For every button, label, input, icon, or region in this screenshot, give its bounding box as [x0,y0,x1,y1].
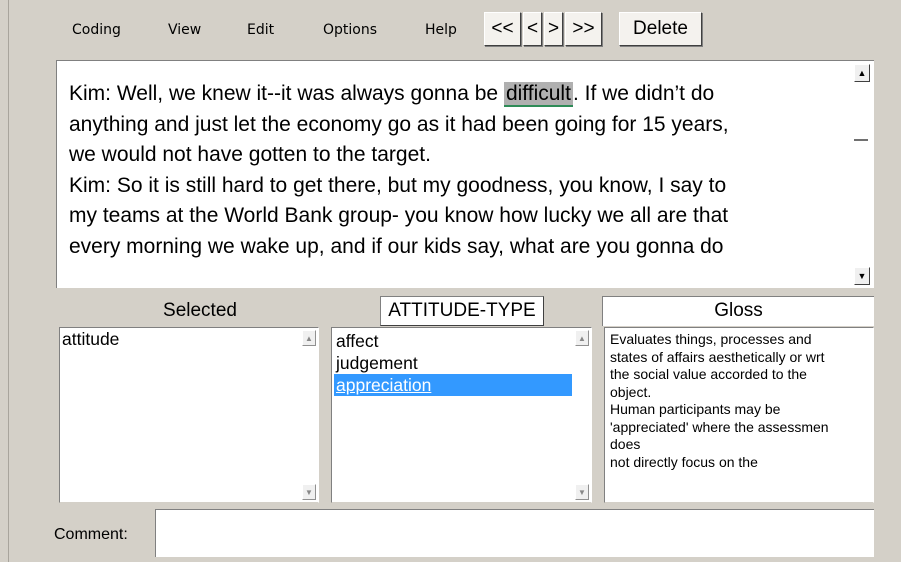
menu-view[interactable]: View [168,22,201,38]
list-item[interactable]: affect [334,330,572,352]
gloss-line: the social value accorded to the [610,366,807,382]
category-items: affect judgement appreciation [334,330,572,396]
scroll-up-icon[interactable]: ▲ [302,330,316,346]
transcript-text-area[interactable]: Kim: Well, we knew it--it was always gon… [56,60,874,288]
text-segment: Kim: Well, we knew it--it was always gon… [69,82,504,105]
list-item[interactable]: attitude [60,328,318,350]
menu-options[interactable]: Options [323,22,377,38]
previous-record-button[interactable]: < [523,12,542,46]
list-item[interactable]: judgement [334,352,572,374]
transcript-line: we would not have gotten to the target. [69,143,431,166]
transcript-content: Kim: Well, we knew it--it was always gon… [69,79,845,262]
window-left-border [0,0,9,562]
scroll-thumb[interactable] [854,139,868,141]
gloss-line: not directly focus on the [610,453,758,470]
gloss-line: does [610,436,641,452]
comment-input[interactable] [155,509,874,557]
scroll-down-icon[interactable]: ▼ [302,484,316,500]
gloss-header: Gloss [602,296,874,326]
highlighted-word[interactable]: difficult [503,82,573,107]
category-list-scrollbar[interactable]: ▲ ▼ [573,328,591,502]
transcript-line: anything and just let the economy go as … [69,112,729,136]
next-record-button[interactable]: > [544,12,563,46]
comment-label: Comment: [54,526,128,543]
last-record-button[interactable]: >> [565,12,602,46]
list-item-selected[interactable]: appreciation [334,374,572,396]
scroll-up-icon[interactable]: ▲ [854,64,870,82]
gloss-box: Evaluates things, processes and states o… [604,327,874,503]
menu-help[interactable]: Help [425,22,457,38]
transcript-line: my teams at the World Bank group- you kn… [69,204,729,227]
gloss-line: object. [610,383,652,400]
scroll-up-icon[interactable]: ▲ [575,330,589,346]
scroll-down-icon[interactable]: ▼ [575,484,589,500]
gloss-line: Human participants may be [610,401,781,417]
transcript-scrollbar[interactable]: ▲ ▼ [848,61,874,288]
delete-button[interactable]: Delete [619,12,702,46]
selected-list-scrollbar[interactable]: ▲ ▼ [300,328,318,502]
selected-list[interactable]: attitude ▲ ▼ [59,327,319,503]
menu-coding[interactable]: Coding [72,22,121,38]
scroll-down-icon[interactable]: ▼ [854,267,870,285]
transcript-line: Kim: Well, we knew it--it was always gon… [69,79,845,110]
gloss-line: 'appreciated' where the assessmen [610,418,829,435]
transcript-line: Kim: So it is still hard to get there, b… [69,173,727,197]
gloss-text: Evaluates things, processes and states o… [610,331,872,471]
category-list[interactable]: affect judgement appreciation ▲ ▼ [331,327,592,503]
text-segment: . If we didn’t do [572,82,715,105]
menu-edit[interactable]: Edit [247,22,274,38]
transcript-line: every morning we wake up, and if our kid… [69,234,724,258]
category-type-button[interactable]: ATTITUDE-TYPE [380,296,544,326]
gloss-line: Evaluates things, processes and [610,331,812,347]
gloss-line: states of affairs aesthetically or wrt [610,348,825,365]
selected-header: Selected [163,300,237,321]
first-record-button[interactable]: << [484,12,521,46]
